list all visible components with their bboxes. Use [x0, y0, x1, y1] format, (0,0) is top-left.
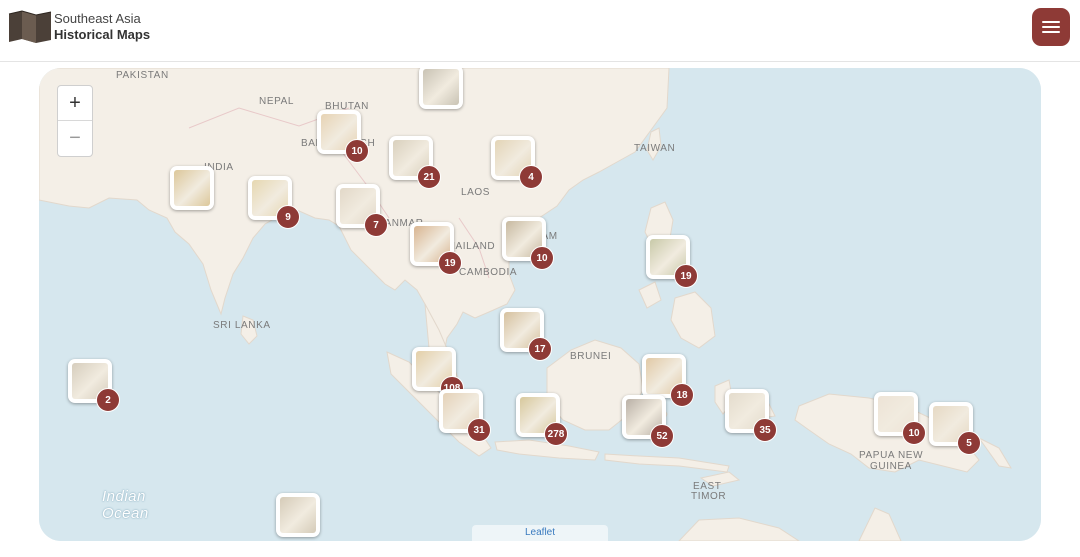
- map-label-cambodia: CAMBODIA: [459, 267, 518, 278]
- map-label-papua-new: PAPUA NEW: [859, 450, 924, 461]
- cluster-count-badge[interactable]: 10: [902, 421, 926, 445]
- map-cluster-south-china-sea[interactable]: 17: [500, 308, 552, 361]
- map-cluster-bhutan[interactable]: 10: [317, 110, 369, 163]
- map-cluster-vietnam[interactable]: 10: [502, 217, 554, 270]
- map-label-sri-lanka: SRI LANKA: [213, 320, 271, 331]
- historical-map-image: [423, 69, 459, 105]
- map-cluster-png[interactable]: 5: [929, 402, 981, 455]
- map-label-indian-ocean: Indian Ocean: [102, 488, 149, 522]
- map-label-brunei: BRUNEI: [570, 351, 612, 362]
- map-cluster-china-north[interactable]: [419, 68, 463, 109]
- map-cluster-sumatra[interactable]: 31: [439, 389, 491, 442]
- cluster-count-badge[interactable]: 4: [519, 165, 543, 189]
- map-cluster-java[interactable]: 278: [516, 393, 568, 446]
- map-cluster-borneo-east[interactable]: 18: [642, 354, 694, 407]
- map-cluster-papua-west[interactable]: 10: [874, 392, 926, 445]
- map-cluster-maluku[interactable]: 35: [725, 389, 777, 442]
- map-label-laos: LAOS: [461, 187, 491, 198]
- map-cluster-thailand[interactable]: 19: [410, 222, 462, 275]
- map-cluster-maldives[interactable]: 2: [68, 359, 120, 412]
- map-thumbnail[interactable]: [170, 166, 214, 210]
- map-cluster-indian-ocean-south[interactable]: [276, 493, 320, 537]
- brand-line-1: Southeast Asia: [54, 11, 141, 26]
- map-thumbnail[interactable]: [276, 493, 320, 537]
- cluster-count-badge[interactable]: 5: [957, 431, 981, 455]
- cluster-count-badge[interactable]: 52: [650, 424, 674, 448]
- map-cluster-bengal[interactable]: 9: [248, 176, 300, 229]
- zoom-control: + −: [57, 85, 93, 157]
- top-header: Southeast Asia Historical Maps: [0, 0, 1080, 62]
- map-cluster-yunnan[interactable]: 21: [389, 136, 441, 189]
- map-label-guinea: GUINEA: [870, 461, 912, 472]
- map-label-timor: TIMOR: [691, 491, 727, 502]
- cluster-count-badge[interactable]: 10: [345, 139, 369, 163]
- map-cluster-south-china[interactable]: 4: [491, 136, 543, 189]
- historical-map-image: [174, 170, 210, 206]
- cluster-count-badge[interactable]: 10: [530, 246, 554, 270]
- map-thumbnail[interactable]: [419, 68, 463, 109]
- hamburger-menu-icon: [1042, 21, 1060, 23]
- map-cluster-malaya[interactable]: 108: [412, 347, 464, 400]
- map-cluster-philippines[interactable]: 19: [646, 235, 698, 288]
- cluster-count-badge[interactable]: 35: [753, 418, 777, 442]
- leaflet-attribution-link[interactable]: Leaflet: [472, 525, 608, 541]
- cluster-count-badge[interactable]: 19: [674, 264, 698, 288]
- cluster-count-badge[interactable]: 278: [544, 422, 568, 446]
- map-cluster-myanmar[interactable]: 7: [336, 184, 388, 237]
- map-view[interactable]: + − PAKISTAN NEPAL BHUTAN BANGLADESH IND…: [39, 68, 1041, 541]
- cluster-count-badge[interactable]: 21: [417, 165, 441, 189]
- site-brand[interactable]: Southeast Asia Historical Maps: [54, 11, 150, 43]
- folded-map-icon[interactable]: [8, 10, 52, 44]
- cluster-count-badge[interactable]: 9: [276, 205, 300, 229]
- map-label-nepal: NEPAL: [259, 96, 295, 107]
- cluster-count-badge[interactable]: 31: [467, 418, 491, 442]
- map-label-pakistan: PAKISTAN: [116, 70, 169, 81]
- menu-button[interactable]: [1032, 8, 1070, 46]
- cluster-count-badge[interactable]: 17: [528, 337, 552, 361]
- map-cluster-sulawesi[interactable]: 52: [622, 395, 674, 448]
- zoom-in-button[interactable]: +: [58, 86, 92, 121]
- cluster-count-badge[interactable]: 2: [96, 388, 120, 412]
- brand-line-2: Historical Maps: [54, 27, 151, 42]
- cluster-count-badge[interactable]: 18: [670, 383, 694, 407]
- map-cluster-india[interactable]: [170, 166, 214, 210]
- cluster-count-badge[interactable]: 7: [364, 213, 388, 237]
- cluster-count-badge[interactable]: 19: [438, 251, 462, 275]
- map-label-taiwan: TAIWAN: [634, 143, 676, 154]
- historical-map-image: [280, 497, 316, 533]
- zoom-out-button[interactable]: −: [58, 121, 92, 156]
